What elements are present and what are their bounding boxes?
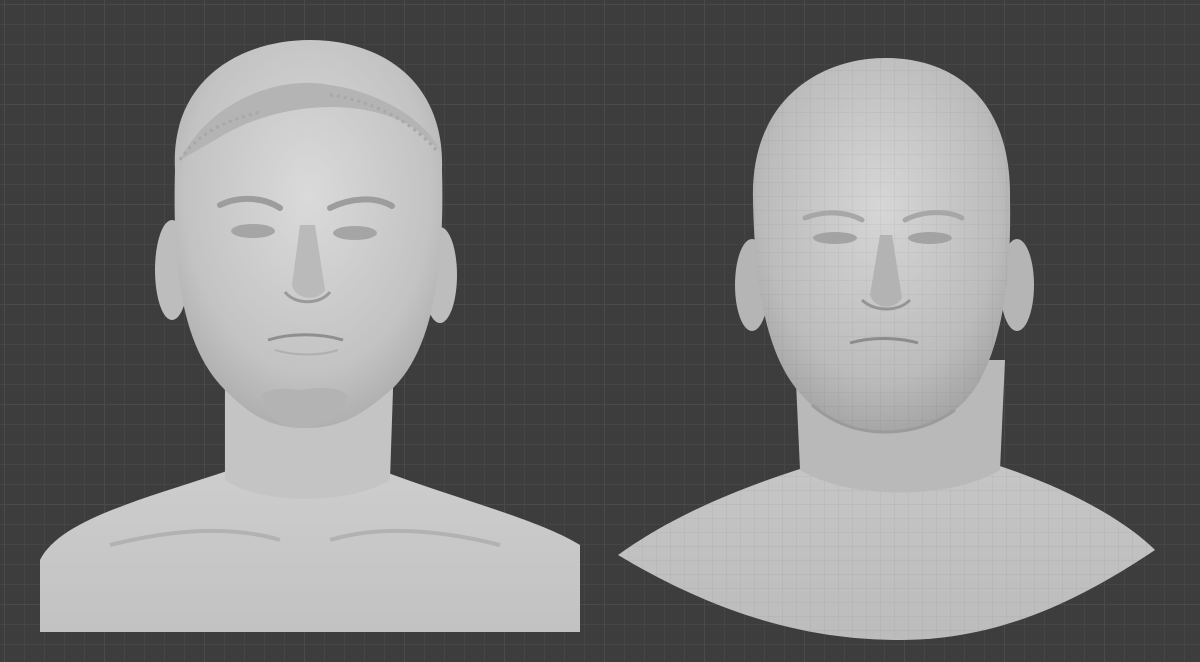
head-scan-mesh[interactable] <box>0 0 600 662</box>
3d-viewport[interactable] <box>0 0 1200 662</box>
head-retopology-mesh[interactable] <box>600 0 1200 662</box>
